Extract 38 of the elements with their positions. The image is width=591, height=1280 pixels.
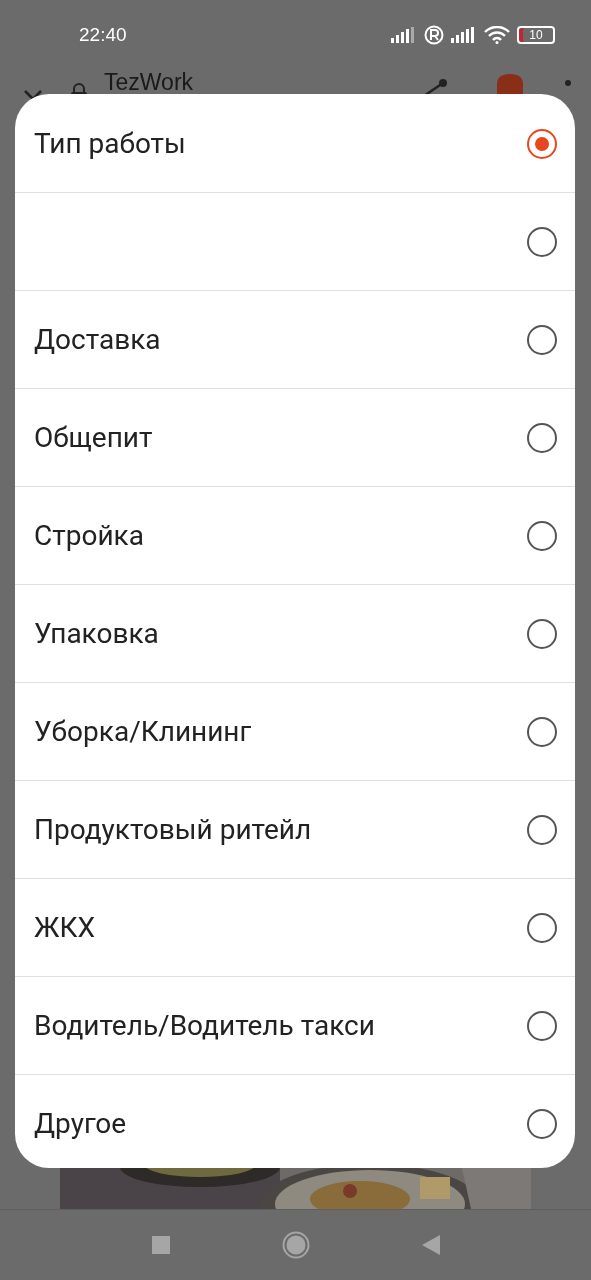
option-row[interactable]: Стройка [15,486,575,584]
wifi-icon [484,26,510,44]
option-row[interactable]: Общепит [15,388,575,486]
radio-button[interactable] [527,814,557,845]
option-label: Уборка/Клининг [34,715,252,748]
radio-button[interactable] [527,716,557,747]
option-row[interactable]: Другое [15,1074,575,1168]
option-label: Общепит [34,421,153,454]
option-label: Упаковка [34,617,159,650]
signal-icon [451,27,477,43]
signal-icon [391,27,417,43]
radio-button[interactable] [527,128,557,159]
option-label: Продуктовый ритейл [34,813,312,846]
battery-icon: 10 [517,26,555,44]
option-label: Другое [34,1107,127,1140]
radio-button[interactable] [527,324,557,355]
option-row[interactable]: ЖКХ [15,878,575,976]
radio-button[interactable] [527,422,557,453]
option-label: Водитель/Водитель такси [34,1009,375,1042]
radio-button[interactable] [527,618,557,649]
option-label: Доставка [34,323,161,356]
option-label: Тип работы [34,127,186,160]
roaming-icon [424,25,444,45]
page-title: TezWork [104,71,194,94]
option-row[interactable]: Доставка [15,290,575,388]
option-row[interactable]: Тип работы [15,94,575,192]
option-row[interactable]: Продуктовый ритейл [15,780,575,878]
radio-button[interactable] [527,1108,557,1139]
option-row[interactable]: Водитель/Водитель такси [15,976,575,1074]
option-label: ЖКХ [34,911,95,944]
radio-button[interactable] [527,520,557,551]
radio-button[interactable] [527,1010,557,1041]
radio-button[interactable] [527,912,557,943]
radio-button[interactable] [527,226,557,257]
option-row[interactable]: Упаковка [15,584,575,682]
status-time: 22:40 [79,24,127,46]
option-row[interactable]: Уборка/Клининг [15,682,575,780]
option-label: Стройка [34,519,144,552]
